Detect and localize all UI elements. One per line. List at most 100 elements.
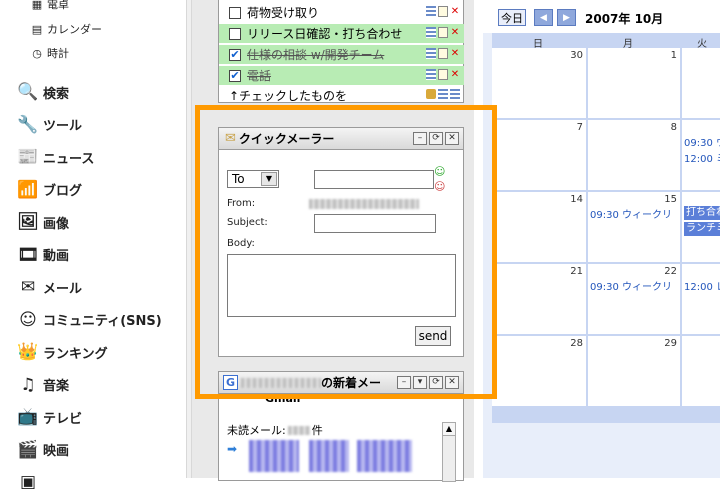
sidebar-item[interactable]: ☺ コミュニティ(SNS)	[16, 308, 162, 332]
sidebar-subitem[interactable]: ◷ 時計	[30, 44, 69, 62]
todo-checkbox[interactable]: ✔	[229, 69, 241, 82]
to-select-value: To	[232, 172, 245, 186]
calendar-event[interactable]: 09:30 ウ	[684, 134, 720, 149]
todo-checkbox[interactable]	[229, 27, 241, 40]
today-button[interactable]: 今日	[498, 9, 526, 26]
edit-icon[interactable]	[438, 27, 448, 38]
calendar-event[interactable]: 打ち合わ	[684, 206, 720, 220]
sidebar-item-label: 映画	[43, 444, 70, 459]
edit-icon[interactable]	[438, 69, 448, 80]
day-cell[interactable]: 7	[492, 120, 586, 190]
mail-subject-redacted[interactable]	[357, 440, 412, 472]
delete-icon[interactable]: ✕	[450, 27, 460, 38]
day-cell[interactable]: 1	[588, 48, 680, 118]
delete-icon[interactable]: ✕	[450, 48, 460, 59]
sidebar-item[interactable]: 📶 ブログ	[16, 178, 82, 202]
unread-suffix: 件	[311, 424, 323, 437]
remove-contact-icon[interactable]: ☺	[434, 180, 448, 193]
calendar-event[interactable]: 09:30 ウィークリ	[590, 278, 679, 293]
next-month-button[interactable]: ▶	[557, 9, 576, 26]
calendar-title: 2007年 10月	[585, 12, 664, 26]
todo-item-label[interactable]: 仕様の相談 w/開発チーム	[247, 46, 384, 63]
day-cell[interactable]: 30	[492, 48, 586, 118]
todo-item-label[interactable]: リリース日確認・打ち合わせ	[247, 25, 402, 42]
to-input[interactable]	[314, 170, 434, 189]
sidebar-item-label: メール	[43, 281, 83, 297]
sidebar-item[interactable]: 🖼 画像	[16, 210, 69, 234]
refresh-button[interactable]: ⟳	[429, 132, 443, 145]
list-icon[interactable]	[438, 89, 448, 100]
scroll-up-icon[interactable]: ▲	[443, 423, 455, 436]
quick-mailer-title: クイックメーラー	[238, 132, 335, 146]
account-name-redacted	[241, 377, 321, 388]
list-icon[interactable]	[450, 89, 460, 100]
day-cell[interactable]: 22	[588, 264, 680, 334]
day-cell[interactable]	[682, 48, 720, 118]
calendar-event[interactable]: ランチミー	[684, 222, 720, 236]
delete-icon[interactable]: ✕	[450, 6, 460, 17]
sidebar-item[interactable]: ▣	[16, 470, 43, 494]
calendar-grid: 日月火3017809:30 ウ12:00 ミ141509:30 ウィークリ打ち合…	[492, 33, 720, 423]
sidebar-item[interactable]: 🎬 映画	[16, 438, 69, 462]
day-cell[interactable]: 29	[588, 336, 680, 406]
day-number: 7	[576, 122, 583, 133]
todo-item-label[interactable]: 荷物受け取り	[247, 4, 319, 21]
subject-input[interactable]	[314, 214, 436, 233]
edit-icon[interactable]	[438, 6, 448, 17]
to-select[interactable]: To ▼	[227, 170, 279, 188]
close-button[interactable]: ✕	[445, 376, 459, 389]
add-contact-icon[interactable]: ☺	[434, 165, 448, 178]
mail-subject-redacted[interactable]	[249, 440, 299, 472]
delete-icon[interactable]: ✕	[450, 69, 460, 80]
todo-item-label[interactable]: 電話	[247, 67, 271, 84]
refresh-button[interactable]: ⟳	[429, 376, 443, 389]
sidebar-item[interactable]: 🔧 ツール	[16, 113, 82, 137]
prev-month-button[interactable]: ◀	[534, 9, 553, 26]
calendar-event[interactable]: 12:00 レ	[684, 278, 720, 293]
list-icon[interactable]	[426, 48, 436, 59]
close-button[interactable]: ✕	[445, 132, 459, 145]
sidebar-item[interactable]: 🎞 動画	[16, 243, 69, 267]
list-icon[interactable]	[426, 6, 436, 17]
day-cell[interactable]: 21	[492, 264, 586, 334]
edit-icon[interactable]	[438, 48, 448, 59]
sidebar-subitem-label: 時計	[47, 47, 69, 60]
day-cell[interactable]	[682, 336, 720, 406]
sidebar-item-label: 画像	[43, 216, 70, 232]
sidebar-item-label: テレビ	[43, 411, 83, 427]
day-cell[interactable]: 14	[492, 192, 586, 262]
send-button[interactable]: send	[415, 326, 451, 346]
day-cell[interactable]: 28	[492, 336, 586, 406]
todo-item: 荷物受け取り ✕	[219, 3, 464, 22]
sidebar-item[interactable]: ♫ 音楽	[16, 373, 69, 397]
list-icon[interactable]	[426, 27, 436, 38]
menu-button[interactable]: ▾	[413, 376, 427, 389]
todo-checkbox[interactable]	[229, 6, 241, 19]
sidebar-item[interactable]: ✉ メール	[16, 275, 82, 299]
sidebar-item[interactable]: 📺 テレビ	[16, 405, 82, 429]
lock-icon[interactable]	[426, 89, 436, 99]
minimize-button[interactable]: –	[413, 132, 427, 145]
scrollbar[interactable]: ▲	[442, 422, 456, 482]
sidebar-item-label: コミュニティ(SNS)	[43, 314, 162, 329]
body-textarea[interactable]	[227, 254, 456, 317]
todo-checkbox[interactable]: ✔	[229, 48, 241, 61]
mail-subject-redacted[interactable]	[309, 440, 349, 472]
sidebar-subitem-label: カレンダー	[47, 23, 102, 36]
calendar-event[interactable]: 12:00 ミ	[684, 150, 720, 165]
day-cell[interactable]: 8	[588, 120, 680, 190]
tv-icon: 📺	[17, 407, 39, 427]
sidebar-subitem[interactable]: ▤ カレンダー	[30, 20, 102, 38]
sidebar-item[interactable]: 🔍 検索	[16, 80, 69, 104]
sidebar-item[interactable]: 📰 ニュース	[16, 145, 94, 169]
day-number: 15	[664, 194, 677, 205]
sidebar-subitem[interactable]: ▦ 電卓	[30, 0, 69, 13]
sidebar-item[interactable]: 👑 ランキング	[16, 340, 107, 364]
calendar-event[interactable]: 09:30 ウィークリ	[590, 206, 679, 221]
chevron-down-icon: ▼	[261, 172, 277, 186]
list-icon[interactable]	[426, 69, 436, 80]
day-cell[interactable]: 15	[588, 192, 680, 262]
day-cell[interactable]	[682, 264, 720, 334]
crown-icon: 👑	[17, 342, 39, 362]
minimize-button[interactable]: –	[397, 376, 411, 389]
